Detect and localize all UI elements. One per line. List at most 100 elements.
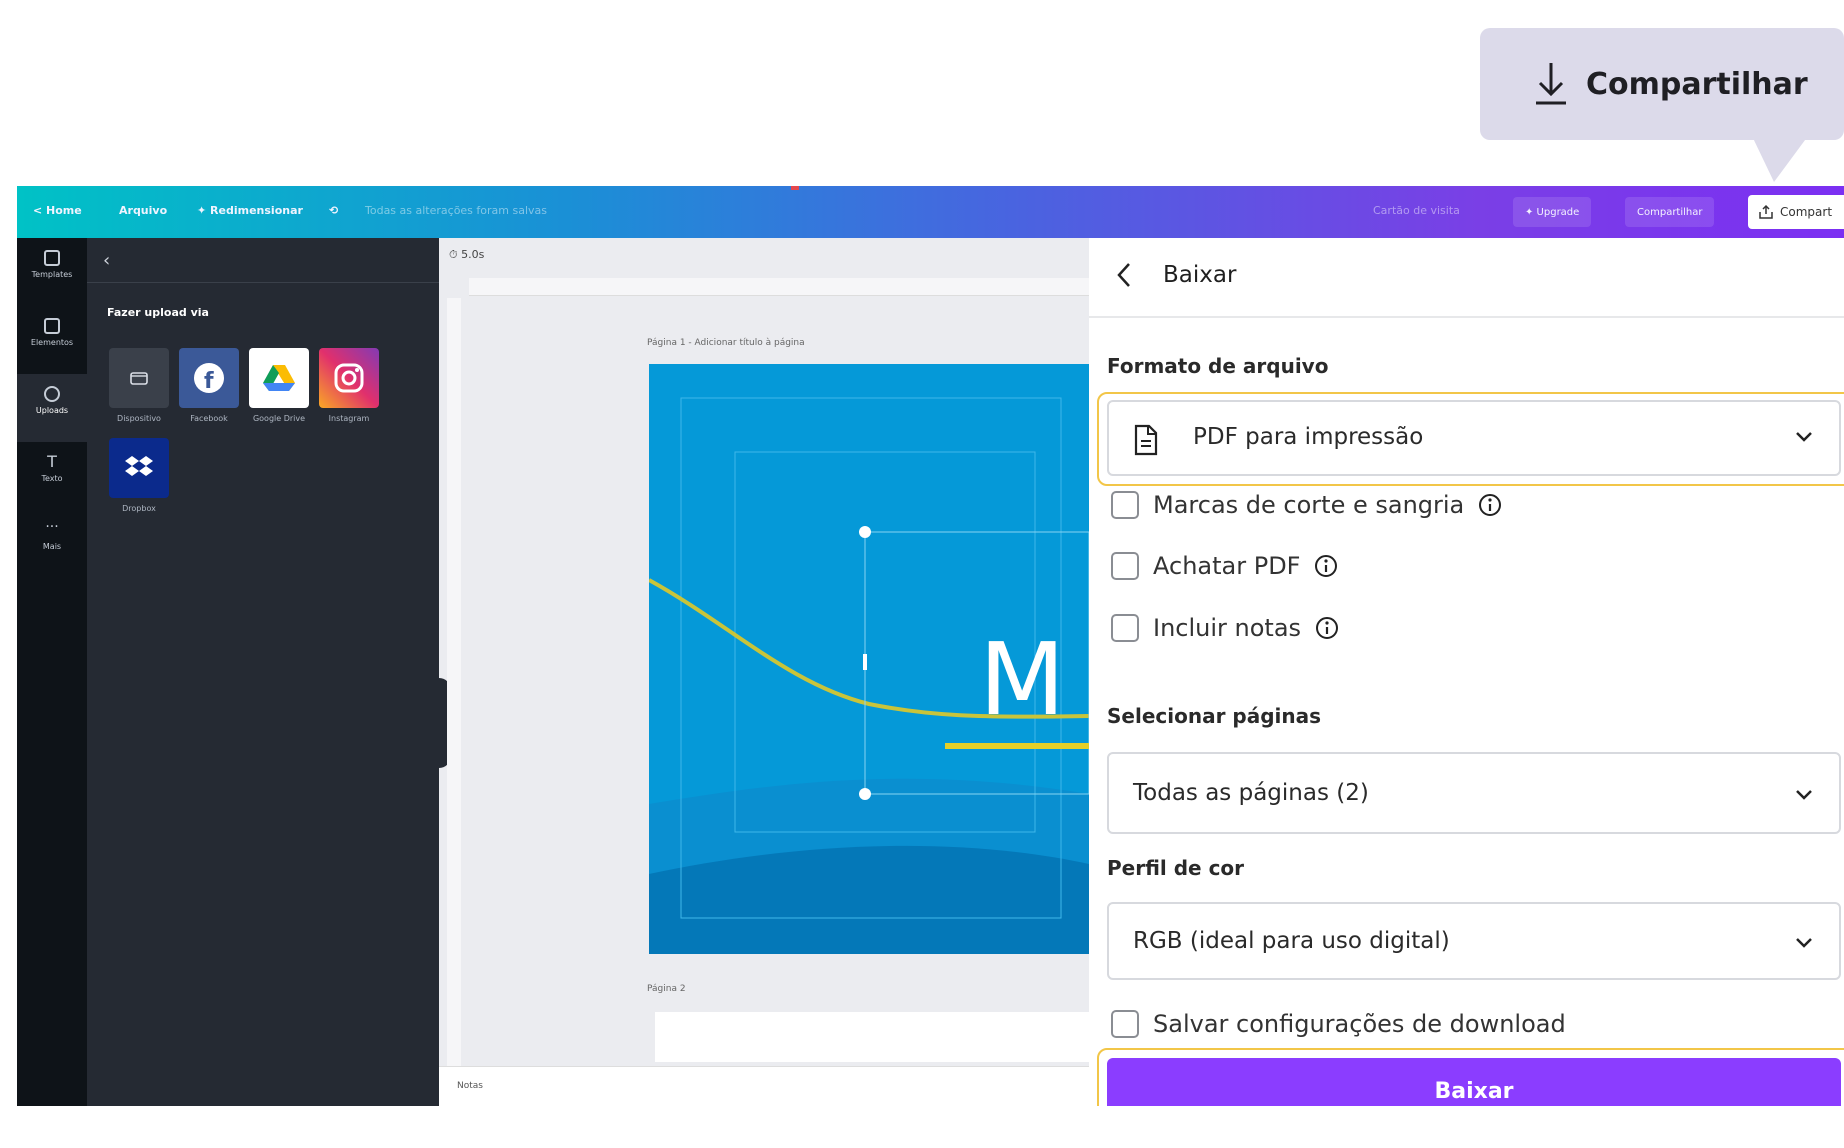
crop-marks-label: Marcas de corte e sangria [1153,491,1465,519]
info-icon[interactable] [1478,493,1502,517]
design-heading-letter: M [979,621,1065,738]
share-upload-icon [1759,204,1773,219]
document-name[interactable]: Cartão de visita [1373,204,1460,217]
pages-value: Todas as páginas (2) [1133,780,1369,806]
share-callout: Compartilhar [1480,28,1844,140]
chevron-down-icon [1796,790,1812,800]
include-notes-label: Incluir notas [1153,614,1302,642]
design-page-2[interactable] [655,1012,1089,1062]
flatten-pdf-checkbox[interactable] [1111,552,1139,580]
select-pages-label: Selecionar páginas [1107,704,1322,728]
text-icon: T [47,452,57,471]
top-bar: < Home Arquivo ✦ Redimensionar ⟲ Todas a… [17,186,1844,238]
screenshot-page: Compartilhar < Home Arquivo ✦ Redimensio… [0,0,1844,1148]
icon-rail: Templates Elementos Uploads T Texto ··· … [17,238,87,1106]
crop-marks-checkbox[interactable] [1111,491,1139,519]
upgrade-button[interactable]: ✦ Upgrade [1513,197,1592,227]
download-share-button[interactable]: Compart [1748,195,1844,229]
download-button[interactable]: Baixar [1107,1058,1841,1106]
timer-value: 5.0s [461,248,485,261]
rail-text[interactable]: T Texto [17,442,87,510]
canvas-area: ⏱ 5.0s Página 1 - Adicionar título à pág… [429,238,1089,1106]
design-page[interactable]: M [649,364,1089,954]
download-header: Baixar [1089,238,1844,318]
home-link[interactable]: < Home [33,204,82,217]
file-format-value: PDF para impressão [1193,424,1424,450]
rail-label: Uploads [35,406,69,415]
upload-cloud-icon [44,386,60,402]
uploads-panel: ‹ Fazer upload via Dispositivo f Faceboo… [87,238,439,1106]
save-status: Todas as alterações foram salvas [365,204,547,217]
page-2-label[interactable]: Página 2 [647,984,686,994]
save-settings-checkbox[interactable] [1111,1010,1139,1038]
include-notes-option[interactable]: Incluir notas [1111,614,1339,642]
download-icon [1536,63,1566,105]
crop-marks-option[interactable]: Marcas de corte e sangria [1111,491,1502,519]
facebook-upload-tile[interactable]: f [179,348,239,408]
timer[interactable]: ⏱ 5.0s [449,248,484,262]
chevron-down-icon [1796,432,1812,442]
panel-divider [87,282,439,283]
tile-label: Google Drive [252,414,306,423]
rail-label: Templates [31,270,73,279]
flatten-pdf-option[interactable]: Achatar PDF [1111,552,1338,580]
file-format-label: Formato de arquivo [1107,354,1329,378]
save-settings-label: Salvar configurações de download [1153,1010,1566,1038]
info-icon[interactable] [1315,616,1339,640]
save-settings-option[interactable]: Salvar configurações de download [1111,1010,1566,1038]
include-notes-checkbox[interactable] [1111,614,1139,642]
share-top-button[interactable]: Compartilhar [1625,197,1715,227]
color-profile-select[interactable]: RGB (ideal para uso digital) [1107,902,1841,980]
notes-bar[interactable]: Notas [439,1066,1089,1106]
editor-window: < Home Arquivo ✦ Redimensionar ⟲ Todas a… [17,186,1844,1106]
color-profile-value: RGB (ideal para uso digital) [1133,928,1450,954]
rail-uploads[interactable]: Uploads [17,374,87,442]
rail-elements[interactable]: Elementos [17,306,87,374]
uploads-heading: Fazer upload via [107,306,209,319]
document-icon [1134,424,1158,456]
chevron-down-icon [1796,938,1812,948]
elements-icon [44,318,60,334]
google-drive-upload-tile[interactable] [249,348,309,408]
svg-text:f: f [204,369,214,394]
tile-label: Instagram [328,414,370,423]
tile-label: Dispositivo [117,414,161,423]
google-drive-icon [263,365,295,391]
dropbox-upload-tile[interactable] [109,438,169,498]
rail-label: Elementos [30,338,74,347]
callout-pointer [1752,136,1808,182]
undo-icon[interactable]: ⟲ [329,204,338,217]
instagram-upload-tile[interactable] [319,348,379,408]
download-panel: Baixar Formato de arquivo PDF para impre… [1089,238,1844,1106]
device-upload-tile[interactable] [109,348,169,408]
instagram-icon [334,363,364,393]
vertical-ruler [447,298,461,1068]
notes-label: Notas [457,1081,483,1091]
more-icon: ··· [45,519,59,535]
info-icon[interactable] [1314,554,1338,578]
color-profile-label: Perfil de cor [1107,856,1245,880]
progress-mark [791,186,799,190]
resize-button[interactable]: ✦ Redimensionar [197,204,303,217]
page-1-label[interactable]: Página 1 - Adicionar título à página [647,338,805,348]
chevron-left-icon[interactable]: ‹ [103,250,110,271]
dropbox-icon [125,456,153,476]
pages-select[interactable]: Todas as páginas (2) [1107,752,1841,834]
rail-label: Mais [42,542,62,551]
download-title: Baixar [1163,262,1237,288]
file-menu[interactable]: Arquivo [119,204,167,217]
design-artwork: M [649,364,1089,954]
callout-label: Compartilhar [1586,66,1808,102]
template-icon [44,250,60,266]
rail-label: Texto [41,474,63,483]
file-format-select[interactable]: PDF para impressão [1107,400,1841,476]
rail-more[interactable]: ··· Mais [17,510,87,578]
horizontal-ruler [469,278,1089,296]
download-share-label: Compart [1780,205,1833,219]
tile-label: Facebook [190,414,228,423]
chevron-left-icon[interactable] [1111,260,1137,290]
rail-templates[interactable]: Templates [17,238,87,306]
flatten-pdf-label: Achatar PDF [1153,552,1301,580]
folder-icon [130,372,148,385]
facebook-icon: f [194,363,224,394]
